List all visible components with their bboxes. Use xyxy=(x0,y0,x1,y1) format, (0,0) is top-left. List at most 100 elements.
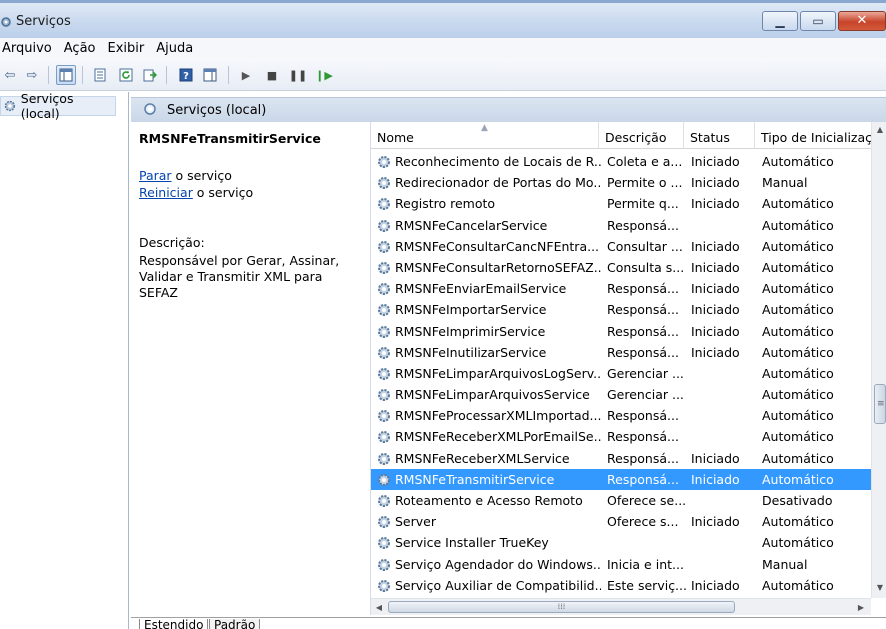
service-description-cell: Responsá... xyxy=(607,408,679,424)
table-row[interactable]: RMSNFeEnviarEmailService Responsá... Inici… xyxy=(371,278,871,299)
service-description-cell: Consultar ... xyxy=(607,238,683,254)
scroll-right-icon[interactable]: ▶ xyxy=(853,599,869,615)
table-row[interactable]: RMSNFeImportarService Responsá... Iniciado… xyxy=(371,299,871,320)
table-row[interactable]: Reconhecimento de Locais de R... Coleta e… xyxy=(371,151,871,172)
service-name-cell: RMSNFeCancelarService xyxy=(395,217,548,233)
table-row[interactable]: RMSNFeInutilizarService Responsá... Inicia… xyxy=(371,342,871,363)
table-row[interactable]: RMSNFeLimparArquivosService Gerenciar ...… xyxy=(371,384,871,405)
menu-ajuda[interactable]: Ajuda xyxy=(154,41,199,56)
service-gear-icon xyxy=(376,578,392,594)
service-status-cell: Iniciado xyxy=(691,577,740,593)
service-name-cell: Roteamento e Acesso Remoto xyxy=(395,493,583,508)
menu-exibir[interactable]: Exibir xyxy=(106,41,151,56)
service-description-cell: Permite q... xyxy=(607,196,679,212)
service-gear-icon xyxy=(376,239,392,255)
service-gear-icon xyxy=(376,429,392,445)
service-name-cell: RMSNFeImprimirService xyxy=(395,323,546,339)
table-row[interactable]: Serviço Auxiliar de Compatibilid... Este … xyxy=(371,575,871,596)
restart-service-link[interactable]: Reiniciar xyxy=(139,185,193,200)
table-row[interactable]: RMSNFeProcessarXMLImportad... Responsá...… xyxy=(371,405,871,426)
service-status-cell: Iniciado xyxy=(691,344,740,360)
back-button[interactable]: ⇦ xyxy=(0,65,20,85)
service-description-cell: Responsá... xyxy=(607,429,679,445)
table-row[interactable]: RMSNFeCancelarService Responsá... Automáti… xyxy=(371,215,871,236)
table-row[interactable]: RMSNFeImprimirService Responsá... Iniciado… xyxy=(371,321,871,342)
service-gear-icon xyxy=(376,302,392,318)
table-row[interactable]: RMSNFeReceberXMLService Responsá... Inicia… xyxy=(371,448,871,469)
tab-estendido[interactable]: Estendido xyxy=(139,619,209,629)
column-header-description[interactable]: Descrição xyxy=(599,122,684,149)
table-row[interactable]: RMSNFeReceberXMLPorEmailSe... Responsá...… xyxy=(371,426,871,447)
table-row[interactable]: RMSNFeLimparArquivosLogServ... Gerenciar … xyxy=(371,363,871,384)
table-row[interactable]: RMSNFeTransmitirService Responsá... Inicia… xyxy=(371,468,871,490)
table-row[interactable]: Server Oferece s... Iniciado Automático xyxy=(371,511,871,532)
table-row[interactable]: Serviço Agendador do Windows... Inicia e … xyxy=(371,554,871,575)
table-row[interactable]: Redirecionador de Portas do Mo... Permite… xyxy=(371,172,871,193)
service-name-cell: RMSNFeTransmitirService xyxy=(395,471,555,487)
service-description-cell: Responsá... xyxy=(607,344,679,360)
column-header-startup-type[interactable]: Tipo de Inicializaç xyxy=(755,122,871,149)
service-startup-cell: Automático xyxy=(762,429,834,445)
column-header-label: Descrição xyxy=(605,130,667,145)
minimize-icon: ▁ xyxy=(775,14,785,28)
scroll-down-icon[interactable]: ▼ xyxy=(872,580,886,596)
service-description-cell: Responsá... xyxy=(607,323,679,339)
refresh-button[interactable] xyxy=(116,65,136,85)
stop-service-link[interactable]: Parar xyxy=(139,168,172,183)
show-hide-action-pane-button[interactable] xyxy=(200,65,220,85)
column-header-status[interactable]: Status xyxy=(684,122,755,149)
service-startup-cell: Automático xyxy=(762,323,834,339)
table-row[interactable]: Roteamento e Acesso Remoto Oferece se... D… xyxy=(371,490,871,511)
menu-arquivo[interactable]: Arquivo xyxy=(0,41,58,56)
restart-service-button[interactable]: ❙▶ xyxy=(314,65,334,85)
service-gear-icon xyxy=(376,324,392,340)
horizontal-scroll-thumb[interactable]: ⁞⁞⁞ xyxy=(388,601,735,613)
show-console-tree-button[interactable] xyxy=(56,65,76,85)
service-gear-icon xyxy=(376,154,392,170)
pause-service-button[interactable]: ❚❚ xyxy=(288,65,308,85)
scroll-up-icon[interactable]: ▲ xyxy=(872,122,886,138)
horizontal-scrollbar[interactable]: ◀ ⁞⁞⁞ ▶ xyxy=(371,598,871,615)
service-description-cell: Permite o ... xyxy=(607,175,683,191)
service-gear-icon xyxy=(376,557,392,573)
export-list-button[interactable] xyxy=(140,65,160,85)
service-status-cell: Iniciado xyxy=(691,175,740,191)
service-name-cell: Redirecionador de Portas do Mo... xyxy=(395,175,601,191)
close-button[interactable]: ✕ xyxy=(838,11,886,31)
table-row[interactable]: RMSNFeConsultarCancNFEntra... Consultar .… xyxy=(371,236,871,257)
service-gear-icon xyxy=(376,535,392,551)
table-row[interactable]: Registro remoto Permite q... Iniciado Autom… xyxy=(371,193,871,214)
service-startup-cell: Automático xyxy=(762,514,834,530)
tab-padrao[interactable]: Padrão xyxy=(209,619,261,629)
minimize-button[interactable]: ▁ xyxy=(762,11,798,31)
table-row[interactable]: RMSNFeConsultarRetornoSEFAZ... Consulta s… xyxy=(371,257,871,278)
service-status-cell: Iniciado xyxy=(691,514,740,530)
close-icon: ✕ xyxy=(856,13,868,28)
service-startup-cell: Automático xyxy=(762,217,834,233)
service-gear-icon xyxy=(376,387,392,403)
column-header-label: Tipo de Inicializaç xyxy=(761,130,871,145)
service-status-cell: Iniciado xyxy=(691,302,740,318)
maximize-icon: ▭ xyxy=(812,14,824,28)
service-name-cell: RMSNFeProcessarXMLImportad... xyxy=(395,408,601,424)
scroll-left-icon[interactable]: ◀ xyxy=(371,599,387,615)
start-service-button[interactable]: ▶ xyxy=(236,65,256,85)
column-header-name[interactable]: Nome xyxy=(371,122,599,149)
toolbar-separator xyxy=(48,66,49,84)
service-gear-icon xyxy=(376,218,392,234)
vertical-scroll-thumb[interactable]: ≡ xyxy=(874,384,886,424)
menu-acao[interactable]: Ação xyxy=(62,41,102,56)
service-gear-icon xyxy=(376,260,392,276)
service-gear-icon xyxy=(376,514,392,530)
forward-button[interactable]: ⇨ xyxy=(22,65,42,85)
tree-item-services-local[interactable]: Serviços (local) xyxy=(0,91,116,121)
help-button[interactable]: ? xyxy=(176,65,196,85)
table-row[interactable]: Service Installer TrueKey Automático xyxy=(371,532,871,553)
properties-button[interactable] xyxy=(90,65,110,85)
service-gear-icon xyxy=(376,472,392,488)
pause-icon: ❚❚ xyxy=(288,68,308,82)
service-startup-cell: Manual xyxy=(762,556,808,572)
vertical-scrollbar[interactable]: ▲ ≡ ▼ xyxy=(871,122,886,598)
stop-service-button[interactable]: ■ xyxy=(262,65,282,85)
maximize-button[interactable]: ▭ xyxy=(800,11,836,31)
